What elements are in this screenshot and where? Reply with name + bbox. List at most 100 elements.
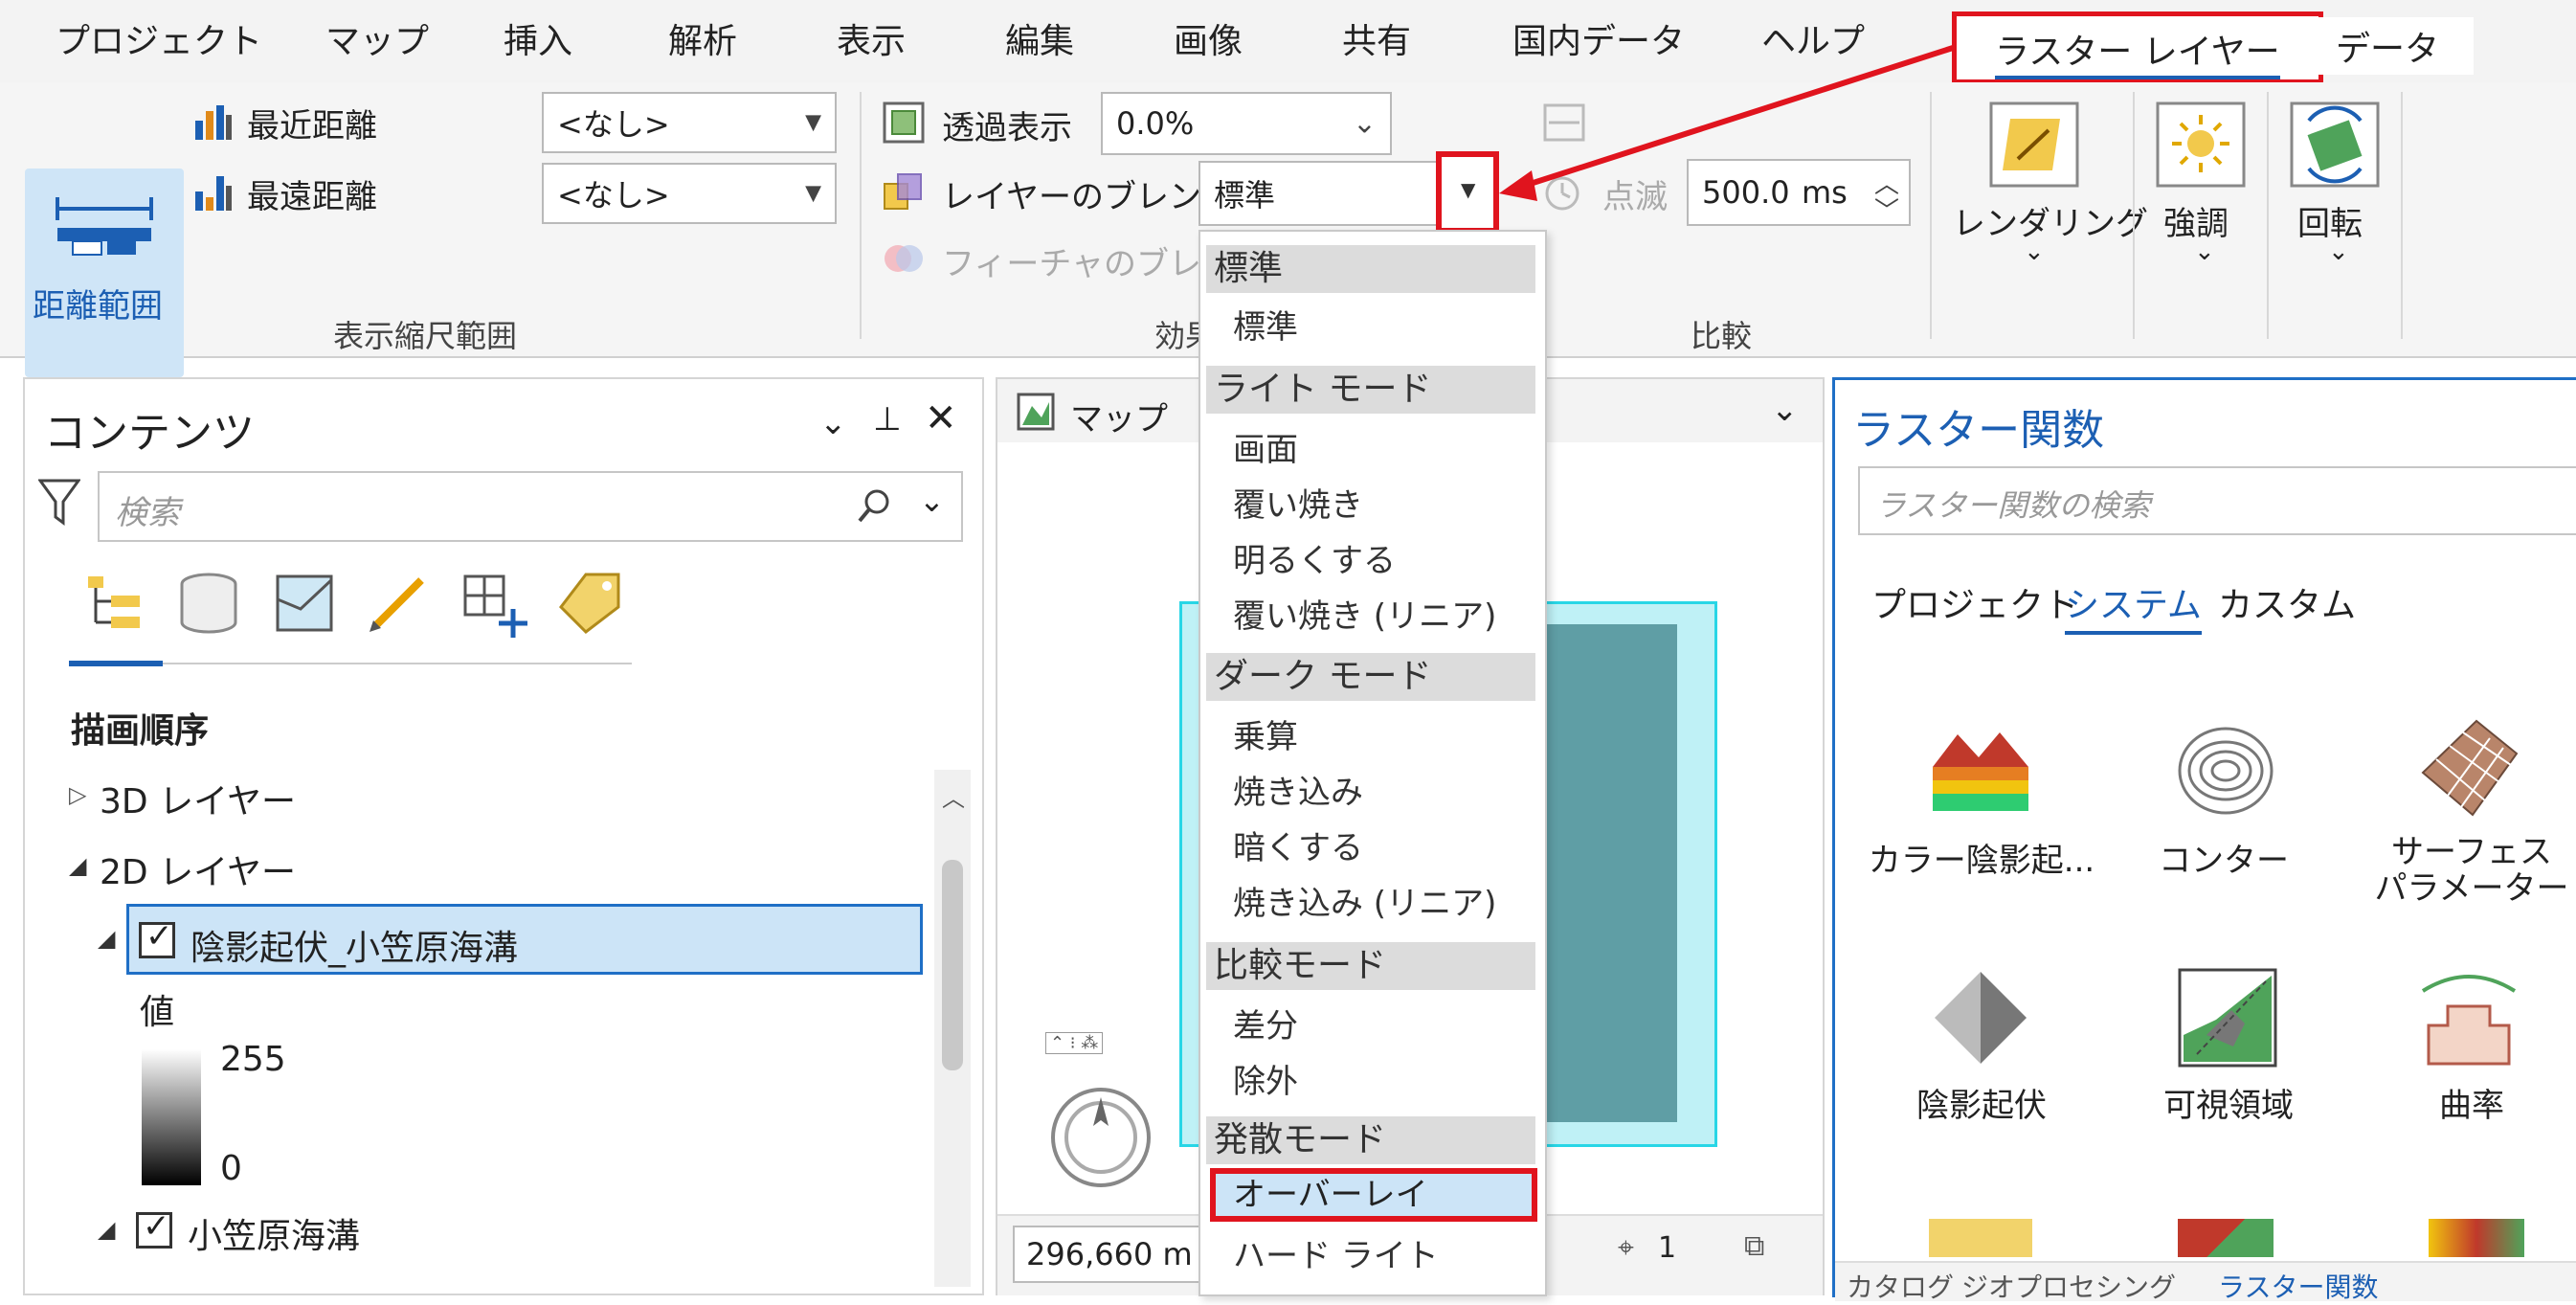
rendering-icon xyxy=(1989,101,2079,188)
rf-tab-system[interactable]: システム xyxy=(2065,577,2202,635)
labeling-icon[interactable] xyxy=(557,571,622,636)
fn-color-hillshade[interactable]: カラー陰影起... xyxy=(1854,834,2109,881)
editing-icon[interactable] xyxy=(366,571,431,636)
function-tile-partial[interactable] xyxy=(2429,1219,2524,1257)
dd-item-darken[interactable]: 暗くする xyxy=(1233,821,1363,868)
function-tile-partial[interactable] xyxy=(2178,1219,2274,1257)
tab-project[interactable]: プロジェクト xyxy=(56,13,262,63)
layer-group-2d[interactable]: 2D レイヤー xyxy=(100,844,296,894)
dd-item-linear-dodge[interactable]: 覆い焼き (リニア) xyxy=(1233,590,1496,637)
layer-group-3d[interactable]: 3D レイヤー xyxy=(100,774,296,823)
fn-contour[interactable]: コンター xyxy=(2128,834,2319,881)
drawing-order-icon[interactable] xyxy=(82,571,147,636)
function-tile-partial[interactable] xyxy=(1929,1219,2032,1257)
bottom-tab-raster-functions[interactable]: ラスター関数 xyxy=(2218,1267,2378,1305)
fn-hillshade[interactable]: 陰影起伏 xyxy=(1864,1079,2099,1126)
selection-icon[interactable] xyxy=(272,571,337,636)
tab-view[interactable]: 表示 xyxy=(837,13,906,63)
surface-parameters-icon[interactable] xyxy=(2419,715,2519,821)
transparency-label: 透過表示 xyxy=(942,109,1072,147)
enhance-button[interactable]: 強調 ⌄ xyxy=(2144,92,2257,283)
chevron-down-icon[interactable]: ⌄ xyxy=(1771,391,1799,429)
tab-data[interactable]: データ xyxy=(2301,17,2475,75)
tab-japan-data[interactable]: 国内データ xyxy=(1512,13,1685,63)
dd-item-difference[interactable]: 差分 xyxy=(1233,1000,1298,1046)
tab-insert[interactable]: 挿入 xyxy=(504,13,572,63)
map-scale-combo[interactable]: 296,660 m xyxy=(1013,1226,1204,1283)
nearest-distance-combo[interactable]: <なし> ▼ xyxy=(542,92,837,153)
transparency-combo[interactable]: 0.0% ⌄ xyxy=(1101,92,1392,155)
dd-item-color-burn[interactable]: 焼き込み xyxy=(1233,766,1363,813)
close-icon[interactable]: ✕ xyxy=(925,396,957,440)
farthest-distance-icon xyxy=(195,176,232,211)
tab-raster-layer[interactable]: ラスター レイヤー xyxy=(1952,11,2323,84)
farthest-distance-combo[interactable]: <なし> ▼ xyxy=(542,163,837,224)
contents-search-box[interactable]: 検索 ⌄ xyxy=(98,471,963,542)
pane-bottom-tabs: カタログ ジオプロセシング ラスター関数 xyxy=(1835,1261,2576,1303)
snapping-icon[interactable] xyxy=(459,571,528,640)
dd-item-multiply[interactable]: 乗算 xyxy=(1233,710,1298,757)
pane-options-icon[interactable]: ⌄ xyxy=(819,404,847,442)
layer-blend-combo[interactable]: 標準 xyxy=(1198,161,1444,226)
rf-tab-project[interactable]: プロジェクト xyxy=(1871,577,2078,627)
curvature-icon[interactable] xyxy=(2419,968,2519,1068)
spinner-down-icon[interactable]: ﹀ xyxy=(1874,191,1899,227)
collapse-icon[interactable]: ◢ xyxy=(98,925,115,952)
pin-icon[interactable]: ⊥ xyxy=(873,400,902,439)
layer-visibility-checkbox[interactable] xyxy=(136,1207,172,1249)
dd-item-color-dodge[interactable]: 覆い焼き xyxy=(1233,479,1363,526)
tab-share[interactable]: 共有 xyxy=(1342,13,1411,63)
compass-navigator-icon[interactable] xyxy=(1047,1084,1154,1191)
scrollbar-thumb[interactable] xyxy=(942,860,963,1070)
layer-row-selected[interactable]: 陰影起伏_小笠原海溝 xyxy=(126,904,923,975)
flicker-icon xyxy=(1545,176,1579,211)
layer-blend-dropdown-button[interactable]: ▼ xyxy=(1436,151,1499,234)
collapse-icon[interactable]: ◢ xyxy=(98,1216,115,1243)
selection-count: 1 xyxy=(1658,1231,1677,1265)
fn-surface-parameters[interactable]: サーフェス パラメーター xyxy=(2371,834,2572,907)
dd-item-hard-light[interactable]: ハード ライト xyxy=(1233,1229,1439,1276)
tab-help[interactable]: ヘルプ xyxy=(1761,13,1865,63)
dd-item-lighten[interactable]: 明るくする xyxy=(1233,534,1396,581)
rendering-button[interactable]: レンダリング ⌄ xyxy=(1953,92,2148,283)
selection-count-icon[interactable]: ⌖ xyxy=(1618,1231,1634,1265)
rf-tab-custom[interactable]: カスタム xyxy=(2218,577,2356,627)
bottom-tab-geoprocessing[interactable]: ジオプロセシング xyxy=(1961,1267,2176,1305)
dd-item-normal[interactable]: 標準 xyxy=(1233,301,1298,348)
chevron-down-icon[interactable]: ⌄ xyxy=(919,483,945,519)
rotate-button[interactable]: 回転 ⌄ xyxy=(2278,92,2391,283)
distance-range-button[interactable]: 距離範囲 xyxy=(25,169,184,377)
map-tab-label[interactable]: マップ xyxy=(1070,393,1168,439)
dd-item-screen[interactable]: 画面 xyxy=(1233,423,1298,470)
dd-section-compare: 比較モード xyxy=(1206,942,1535,990)
tab-imagery[interactable]: 画像 xyxy=(1174,13,1243,63)
contour-icon[interactable] xyxy=(2176,717,2275,822)
filter-icon[interactable] xyxy=(38,479,80,527)
hillshade-icon[interactable] xyxy=(1931,968,2030,1068)
layer-blend-label: レイヤーのブレンド xyxy=(942,178,1234,216)
flicker-value: 500.0 xyxy=(1702,174,1790,211)
search-icon[interactable] xyxy=(856,486,894,525)
bottom-tab-catalog[interactable]: カタログ xyxy=(1847,1267,1954,1305)
fn-curvature[interactable]: 曲率 xyxy=(2371,1079,2572,1126)
contents-scrollbar[interactable]: ︿ xyxy=(934,770,971,1287)
expand-icon[interactable]: ▷ xyxy=(69,781,86,808)
fn-viewshed[interactable]: 可視領域 xyxy=(2128,1079,2329,1126)
tab-map[interactable]: マップ xyxy=(325,13,429,63)
dd-item-exclusion[interactable]: 除外 xyxy=(1233,1055,1298,1102)
tab-analysis[interactable]: 解析 xyxy=(668,13,737,63)
flicker-interval-spinner[interactable]: 500.0 ms ︿ ﹀ xyxy=(1687,159,1911,226)
dd-item-overlay[interactable]: オーバーレイ xyxy=(1210,1168,1537,1222)
layer-name-trench[interactable]: 小笠原海溝 xyxy=(188,1208,360,1258)
raster-function-search[interactable]: ラスター関数の検索 xyxy=(1858,466,2576,535)
collapse-icon[interactable]: ◢ xyxy=(69,852,86,879)
viewshed-icon[interactable] xyxy=(2178,968,2277,1068)
layer-visibility-checkbox[interactable] xyxy=(139,917,175,958)
tab-edit[interactable]: 編集 xyxy=(1005,13,1074,63)
data-source-icon[interactable] xyxy=(176,571,241,636)
color-hillshade-icon[interactable] xyxy=(1931,729,2030,815)
refresh-icon[interactable]: ⧉ xyxy=(1744,1229,1764,1263)
navigator-controls[interactable]: ⌃ ⁝ ⁂ xyxy=(1045,1032,1104,1054)
scroll-up-icon[interactable]: ︿ xyxy=(942,779,965,813)
dd-item-linear-burn[interactable]: 焼き込み (リニア) xyxy=(1233,877,1496,924)
